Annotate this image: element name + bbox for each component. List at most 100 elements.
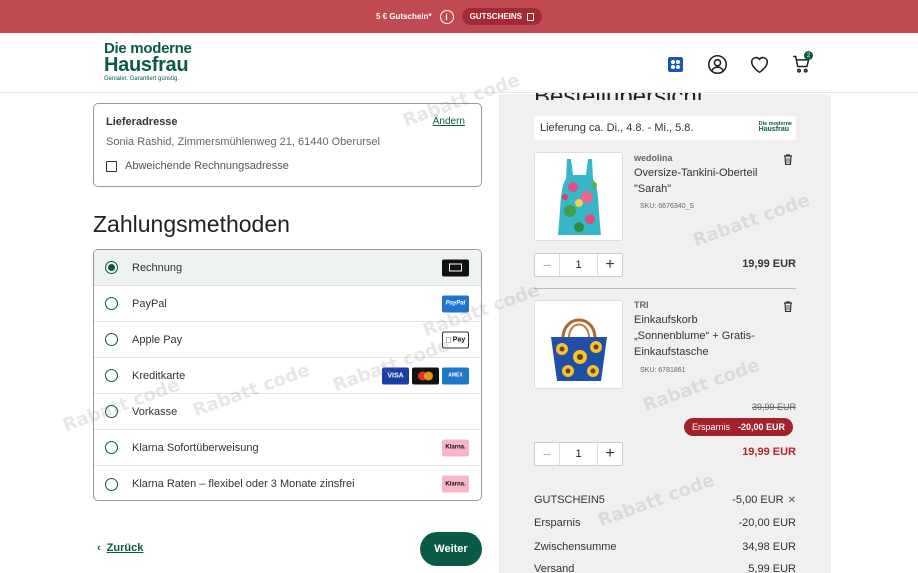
- product-name[interactable]: Einkaufskorb „Sonnenblume“ + Gratis-Eink…: [634, 312, 774, 360]
- quantity-stepper[interactable]: − 1 +: [534, 253, 623, 277]
- delivery-logo: Die moderne Hausfrau: [759, 121, 792, 133]
- trash-icon[interactable]: [783, 154, 793, 165]
- applepay-logo-icon: Pay: [442, 331, 469, 348]
- back-link[interactable]: ‹ Zurück: [97, 542, 143, 554]
- invoice-envelope-icon: [442, 259, 469, 276]
- mastercard-logo-icon: [412, 367, 439, 384]
- product-sku: SKU: 6781861: [640, 367, 686, 374]
- shipping-label: Versand: [534, 563, 575, 573]
- radio-icon[interactable]: [105, 477, 118, 491]
- payment-methods-list: Rechnung PayPal PayPal Apple Pay Pay Kr…: [93, 249, 482, 501]
- radio-icon[interactable]: [105, 441, 118, 454]
- savings-total-label: Ersparnis: [534, 517, 581, 529]
- klarna-logo-icon: Klarna.: [442, 439, 469, 456]
- voucher-code: GUTSCHEIN5: [534, 494, 605, 506]
- payment-label: PayPal: [132, 297, 167, 310]
- savings-total-value: -20,00 EUR: [738, 517, 796, 529]
- delivery-address-box: Lieferadresse Ändern Sonia Rashid, Zimme…: [93, 103, 482, 187]
- savings-badge: Ersparnis -20,00 EUR: [684, 418, 794, 436]
- visa-logo-icon: VISA: [382, 367, 409, 384]
- payment-label: Klarna Raten – flexibel oder 3 Monate zi…: [132, 478, 355, 490]
- payment-option-applepay[interactable]: Apple Pay Pay: [94, 322, 481, 358]
- product-price: 19,99 EUR: [742, 258, 796, 270]
- old-price: 39,99 EUR: [752, 402, 797, 412]
- product-price: 19,99 EUR: [742, 446, 796, 458]
- cart-count-badge: 2: [804, 51, 813, 60]
- shipping-row: Versand 5,99 EUR: [534, 563, 796, 573]
- voucher-button[interactable]: GUTSCHEINS: [461, 8, 543, 25]
- delivery-text: Lieferung ca. Di., 4.8. - Mi., 5.8.: [540, 122, 694, 134]
- change-address-link[interactable]: Ändern: [433, 116, 465, 127]
- payment-label: Kreditkarte: [132, 369, 186, 382]
- product-brand: TRI: [634, 300, 649, 310]
- promo-text: 5 € Gutschein*: [375, 12, 432, 21]
- cart-icon[interactable]: 2: [790, 51, 813, 75]
- plus-icon[interactable]: +: [598, 445, 622, 463]
- payment-label: Apple Pay: [132, 333, 183, 346]
- payment-label: Vorkasse: [132, 405, 178, 418]
- product-sku: SKU: 6676340_S: [640, 203, 695, 210]
- logo-line2: Hausfrau: [104, 54, 189, 76]
- copy-icon: [527, 12, 535, 21]
- radio-icon[interactable]: [105, 369, 118, 382]
- item-divider: [534, 288, 796, 289]
- product-brand: wedolina: [634, 153, 673, 163]
- voucher-button-label: GUTSCHEINS: [469, 12, 523, 21]
- radio-icon[interactable]: [105, 405, 118, 418]
- next-button[interactable]: Weiter: [420, 532, 482, 566]
- logo-copy[interactable]: Die moderne Hausfrau Genialer. Garantier…: [104, 41, 192, 83]
- radio-icon[interactable]: [105, 297, 118, 310]
- subtotal-value: 34,98 EUR: [742, 541, 796, 553]
- subtotal-label: Zwischensumme: [534, 541, 617, 553]
- voucher-value: -5,00 EUR: [732, 494, 784, 506]
- logo-tagline: Genialer. Garantiert günstig.: [104, 76, 180, 82]
- trash-icon[interactable]: [783, 301, 793, 312]
- klarna-logo-icon: Klarna.: [442, 475, 469, 493]
- payment-option-rechnung[interactable]: Rechnung: [94, 250, 481, 286]
- address-title: Lieferadresse: [106, 116, 178, 128]
- product-image-tankini[interactable]: [534, 152, 623, 241]
- quantity-value[interactable]: 1: [559, 254, 598, 276]
- chevron-left-icon: ‹: [97, 542, 101, 554]
- address-value: Sonia Rashid, Zimmersmühlenweg 21, 61440…: [106, 136, 380, 148]
- subtotal-row: Zwischensumme 34,98 EUR: [534, 541, 796, 553]
- payment-option-vorkasse[interactable]: Vorkasse: [94, 394, 481, 430]
- radio-icon[interactable]: [105, 261, 118, 274]
- alt-billing-label: Abweichende Rechnungsadresse: [125, 160, 289, 172]
- voucher-row: GUTSCHEIN5 -5,00 EUR ✕: [534, 494, 796, 506]
- minus-icon[interactable]: −: [535, 257, 559, 273]
- savings-label: Ersparnis: [692, 422, 731, 432]
- delivery-estimate: Lieferung ca. Di., 4.8. - Mi., 5.8. Die …: [534, 116, 796, 140]
- payment-option-klarna-raten[interactable]: Klarna Raten – flexibel oder 3 Monate zi…: [94, 466, 481, 500]
- wishlist-heart-icon[interactable]: [748, 53, 770, 75]
- product-image-basket[interactable]: [534, 300, 623, 389]
- header-content: Die moderne Hausfrau Genialer. Garantier…: [0, 33, 918, 93]
- savings-row: Ersparnis -20,00 EUR: [534, 517, 796, 529]
- applepay-badge-text: Pay: [449, 336, 465, 343]
- checkbox-icon[interactable]: [106, 160, 117, 172]
- amex-logo-icon: AMEX: [442, 367, 469, 384]
- info-icon[interactable]: i: [439, 9, 454, 24]
- payment-option-paypal[interactable]: PayPal PayPal: [94, 286, 481, 322]
- savings-value: -20,00 EUR: [738, 422, 786, 432]
- product-name[interactable]: Oversize-Tankini-Oberteil "Sarah": [634, 165, 784, 197]
- payment-option-kreditkarte[interactable]: Kreditkarte VISA AMEX: [94, 358, 481, 394]
- remove-voucher-icon[interactable]: ✕: [788, 495, 796, 506]
- payment-heading: Zahlungsmethoden: [93, 211, 290, 237]
- payment-option-klarna-sofort[interactable]: Klarna Sofortüberweisung Klarna.: [94, 430, 481, 466]
- delivery-logo-line2: Hausfrau: [758, 126, 790, 133]
- plus-icon[interactable]: +: [598, 256, 622, 274]
- shipping-value: 5,99 EUR: [748, 563, 796, 573]
- app-icon[interactable]: [664, 53, 686, 75]
- radio-icon[interactable]: [105, 333, 118, 346]
- promo-bar: 5 € Gutschein* i GUTSCHEINS: [0, 0, 918, 33]
- back-label: Zurück: [106, 542, 144, 554]
- paypal-logo-icon: PayPal: [442, 295, 469, 312]
- quantity-value[interactable]: 1: [559, 443, 598, 465]
- quantity-stepper[interactable]: − 1 +: [534, 442, 623, 466]
- account-icon[interactable]: [706, 53, 728, 75]
- minus-icon[interactable]: −: [535, 446, 559, 462]
- payment-label: Rechnung: [132, 261, 183, 274]
- alt-billing-checkbox[interactable]: Abweichende Rechnungsadresse: [106, 160, 469, 172]
- payment-label: Klarna Sofortüberweisung: [132, 441, 259, 454]
